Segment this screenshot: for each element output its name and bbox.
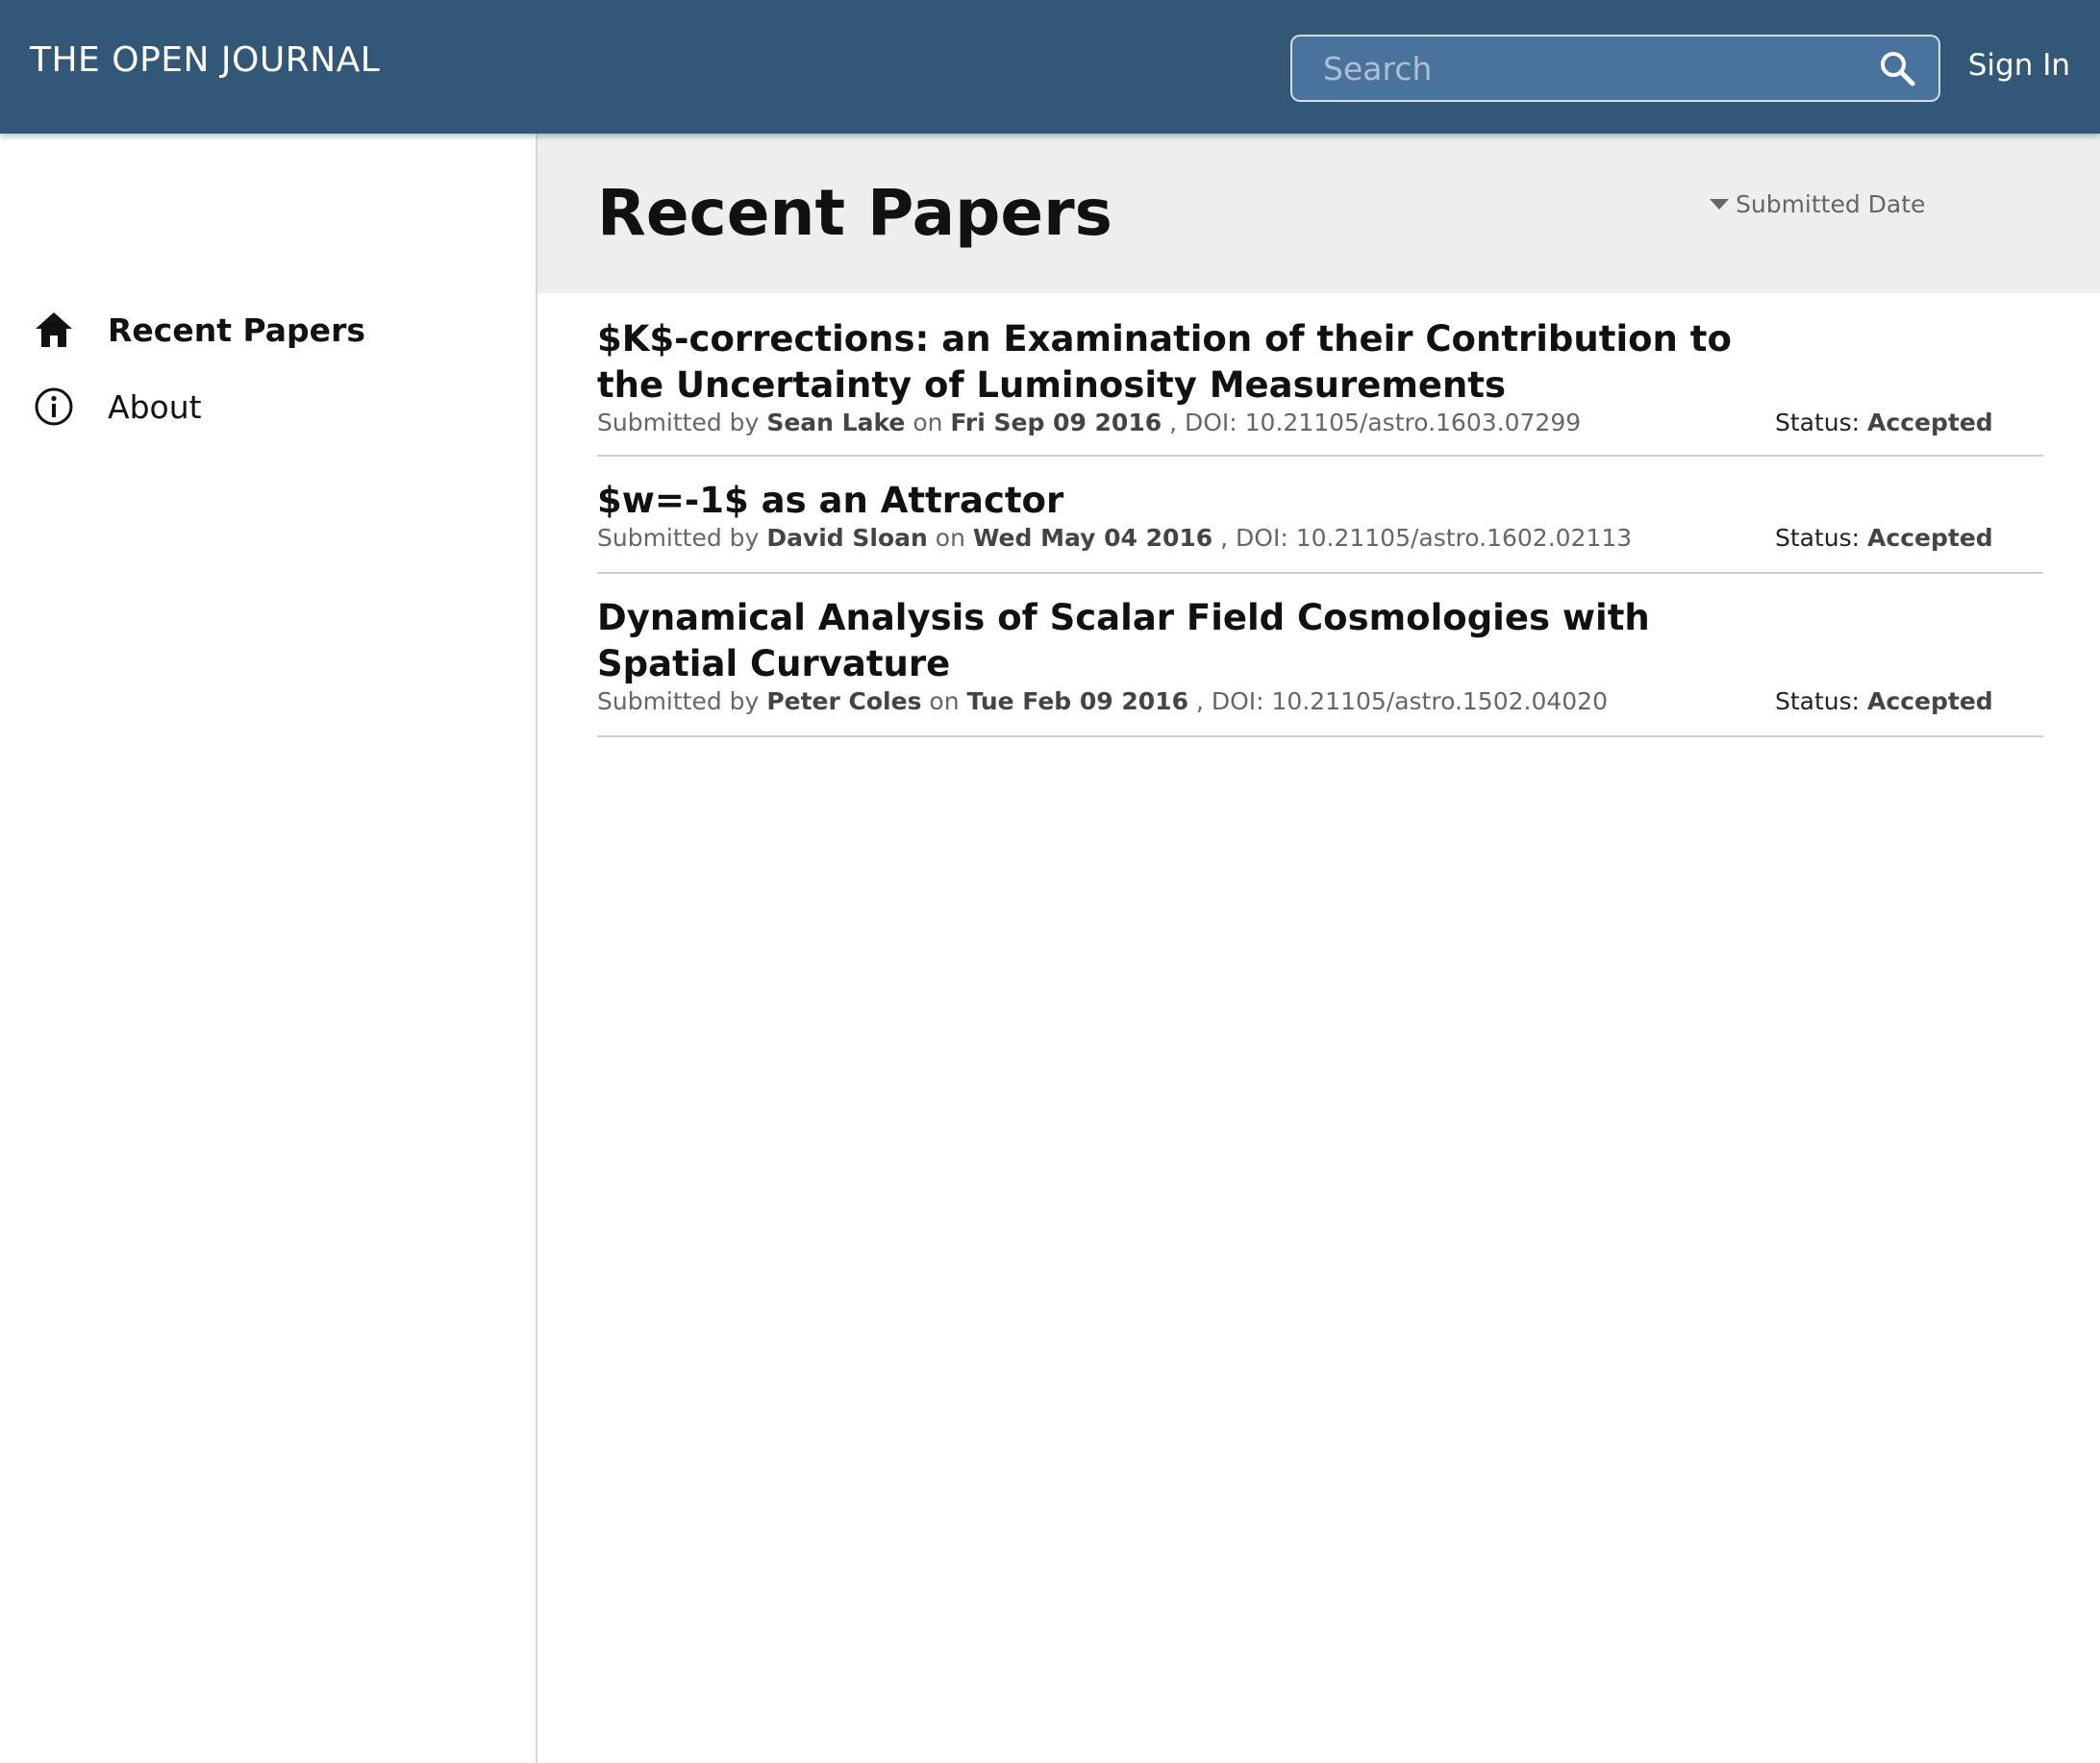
paper-date: Tue Feb 09 2016 [966, 687, 1188, 715]
paper-author: Peter Coles [766, 687, 922, 715]
paper-submission-info: Submitted by Sean Lake on Fri Sep 09 201… [597, 409, 1581, 436]
sidebar-item-recent-papers[interactable]: Recent Papers [0, 296, 536, 363]
paper-meta: Submitted by Sean Lake on Fri Sep 09 201… [597, 409, 2043, 445]
submitted-by-label: Submitted by [597, 524, 760, 552]
page-header: Recent Papers Submitted Date [538, 134, 2100, 293]
top-navbar: THE OPEN JOURNAL Sign In [0, 0, 2100, 134]
paper-title-link[interactable]: $w=-1$ as an Attractor [597, 478, 1751, 524]
on-label: on [935, 524, 965, 552]
main-content: Recent Papers Submitted Date $K$-correct… [538, 134, 2100, 1763]
paper-author: Sean Lake [766, 409, 906, 436]
paper-submission-info: Submitted by Peter Coles on Tue Feb 09 2… [597, 687, 1608, 715]
sign-in-link[interactable]: Sign In [1968, 48, 2070, 83]
paper-title-link[interactable]: Dynamical Analysis of Scalar Field Cosmo… [597, 595, 1751, 687]
paper-item: $w=-1$ as an Attractor Submitted by Davi… [597, 457, 2043, 574]
paper-status: Status: Accepted [1775, 687, 1993, 715]
home-icon [34, 310, 74, 350]
status-label: Status: [1775, 524, 1861, 552]
paper-author: David Sloan [766, 524, 928, 552]
on-label: on [912, 409, 943, 436]
paper-status: Status: Accepted [1775, 409, 1993, 436]
paper-list: $K$-corrections: an Examination of their… [597, 293, 2043, 737]
paper-item: $K$-corrections: an Examination of their… [597, 293, 2043, 457]
submitted-by-label: Submitted by [597, 687, 760, 715]
paper-title-link[interactable]: $K$-corrections: an Examination of their… [597, 316, 1751, 409]
site-brand[interactable]: THE OPEN JOURNAL [30, 40, 380, 80]
paper-doi: , DOI: 10.21105/astro.1603.07299 [1169, 409, 1582, 436]
paper-doi: , DOI: 10.21105/astro.1502.04020 [1195, 687, 1608, 715]
paper-item: Dynamical Analysis of Scalar Field Cosmo… [597, 574, 2043, 737]
status-value: Accepted [1867, 409, 1993, 436]
search-input[interactable] [1292, 37, 1873, 100]
paper-doi: , DOI: 10.21105/astro.1602.02113 [1220, 524, 1633, 552]
status-value: Accepted [1867, 524, 1993, 552]
on-label: on [929, 687, 960, 715]
sidebar-item-about[interactable]: About [0, 373, 536, 440]
submitted-by-label: Submitted by [597, 409, 760, 436]
sidebar-item-label: Recent Papers [108, 310, 365, 349]
paper-date: Wed May 04 2016 [972, 524, 1213, 552]
search-box[interactable] [1290, 35, 1940, 102]
sidebar-item-label: About [108, 387, 202, 426]
info-icon [34, 386, 74, 427]
paper-submission-info: Submitted by David Sloan on Wed May 04 2… [597, 524, 1632, 552]
status-label: Status: [1775, 409, 1861, 436]
page-title: Recent Papers [597, 176, 1112, 250]
status-label: Status: [1775, 687, 1861, 715]
status-value: Accepted [1867, 687, 1993, 715]
caret-down-icon [1710, 199, 1729, 210]
sidebar: Recent Papers About [0, 134, 538, 1763]
paper-date: Fri Sep 09 2016 [950, 409, 1162, 436]
paper-status: Status: Accepted [1775, 524, 1993, 552]
sort-label: Submitted Date [1736, 190, 1926, 218]
paper-meta: Submitted by David Sloan on Wed May 04 2… [597, 524, 2043, 560]
sort-dropdown[interactable]: Submitted Date [1710, 190, 1925, 218]
search-icon[interactable] [1873, 44, 1921, 92]
paper-meta: Submitted by Peter Coles on Tue Feb 09 2… [597, 687, 2043, 724]
